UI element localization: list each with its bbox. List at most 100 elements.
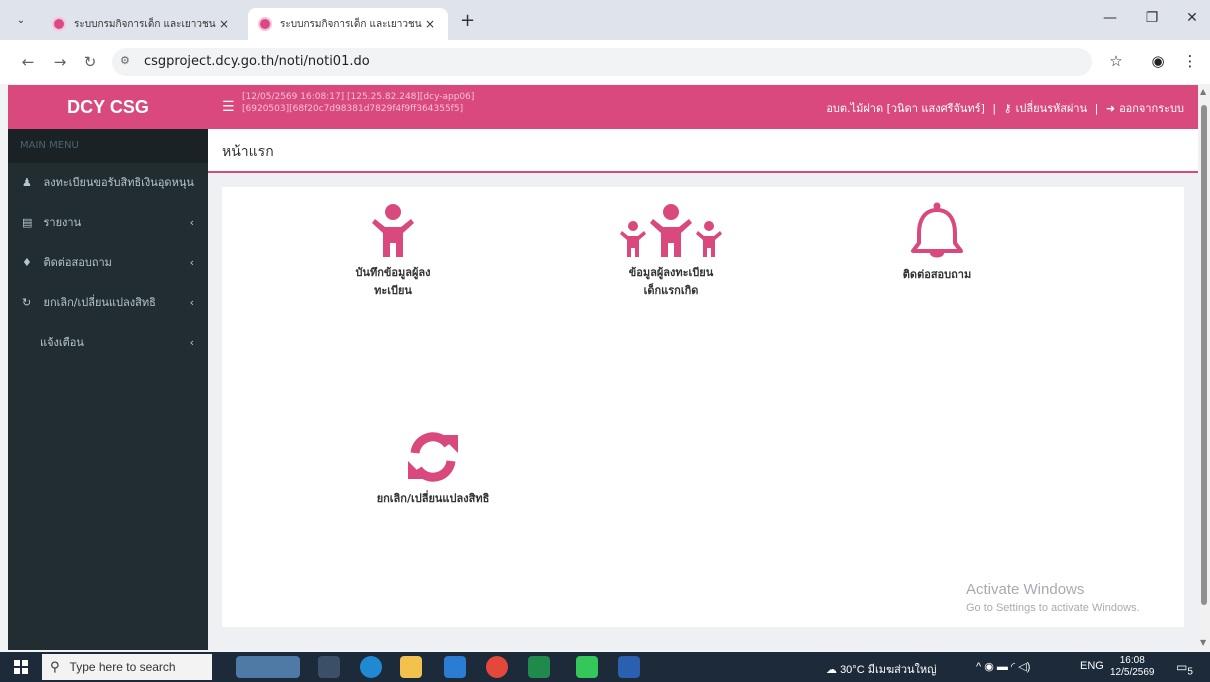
word-icon[interactable] — [618, 656, 640, 678]
browser-toolbar: ← → ↻ ⚙ csgproject.dcy.go.th/noti/noti01… — [0, 40, 1210, 84]
chevron-left-icon: ‹ — [189, 256, 194, 269]
tab-close-button[interactable]: × — [422, 17, 438, 31]
scrollbar-thumb[interactable] — [1201, 105, 1207, 605]
task-view-icon[interactable] — [318, 656, 340, 678]
notification-icon[interactable]: ▭5 — [1176, 660, 1193, 677]
tab-search-button[interactable]: ⌄ — [12, 12, 30, 30]
taskbar-search[interactable]: ⚲ Type here to search — [42, 654, 212, 680]
cloud-icon: ☁ — [826, 664, 837, 676]
activate-title: Activate Windows — [966, 581, 1085, 598]
sidebar-item-report[interactable]: ▤ รายงาน ‹ — [8, 203, 208, 243]
tab-close-button[interactable]: × — [216, 17, 232, 31]
user-area: อบต.ไม้ฝาด [วนิดา แสงศรีจันทร์] | ⚷ เปลี่… — [822, 99, 1184, 117]
tile-contact[interactable]: ติดต่อสอบถาม — [872, 201, 1002, 284]
chevron-left-icon: ‹ — [189, 216, 194, 229]
activate-subtitle: Go to Settings to activate Windows. — [966, 602, 1140, 614]
new-tab-button[interactable]: + — [460, 12, 475, 30]
clock-date: 12/5/2569 — [1110, 667, 1155, 678]
home-panel: บันทึกข้อมูลผู้ลง ทะเบียน ข้อมูลผู้ลงทะเ… — [222, 187, 1184, 627]
session-line: [12/05/2569 16:08:17] [125.25.82.248][dc… — [242, 92, 475, 102]
tab-title: ระบบกรมกิจการเด็ก และเยาวชน (ดย — [280, 18, 422, 30]
forward-arrow-icon[interactable]: → — [50, 52, 70, 72]
tile-label: ข้อมูลผู้ลงทะเบียน เด็กแรกเกิด — [628, 266, 714, 297]
menu-toggle-icon[interactable]: ☰ — [222, 99, 235, 115]
close-window-button[interactable]: ✕ — [1180, 10, 1204, 26]
profile-icon[interactable]: ◉ — [1148, 52, 1168, 70]
children-icon — [620, 204, 722, 257]
tile-label: ยกเลิก/เปลี่ยนแปลงสิทธิ — [376, 492, 490, 505]
key-icon: ⚷ — [1003, 102, 1012, 115]
change-password-link[interactable]: เปลี่ยนรหัสผ่าน — [1016, 102, 1087, 115]
app-header: DCY CSG ☰ [12/05/2569 16:08:17] [125.25.… — [8, 85, 1198, 129]
address-bar[interactable]: ⚙ csgproject.dcy.go.th/noti/noti01.do — [112, 48, 1092, 76]
language-indicator[interactable]: ENG — [1080, 660, 1104, 672]
minimize-button[interactable]: — — [1098, 10, 1122, 26]
back-arrow-icon[interactable]: ← — [18, 52, 38, 72]
sidebar-item-contact[interactable]: ♦ ติดต่อสอบถาม ‹ — [8, 243, 208, 283]
content-header: หน้าแรก — [208, 129, 1198, 173]
tile-register-data[interactable]: บันทึกข้อมูลผู้ลง ทะเบียน — [318, 203, 468, 300]
weather-text: 30°C มีเมฆส่วนใหญ่ — [840, 664, 937, 676]
child-icon — [372, 204, 414, 257]
file-explorer-icon[interactable] — [400, 656, 422, 678]
windows-start-icon[interactable] — [14, 660, 28, 674]
windows-taskbar: ⚲ Type here to search ☁ 30°C มีเมฆส่วนให… — [0, 652, 1210, 682]
logout-icon: ➜ — [1105, 102, 1116, 115]
browser-tab[interactable]: ระบบกรมกิจการเด็ก และเยาวชน (ดย × — [42, 8, 242, 40]
bell-icon: ♦ — [22, 256, 32, 269]
separator: | — [1094, 102, 1099, 115]
separator: | — [992, 102, 997, 115]
news-widget-icon[interactable] — [236, 656, 300, 678]
url-text: csgproject.dcy.go.th/noti/noti01.do — [144, 54, 370, 69]
tile-label: บันทึกข้อมูลผู้ลง ทะเบียน — [355, 266, 431, 297]
page-title: หน้าแรก — [222, 144, 274, 160]
site-settings-icon[interactable]: ⚙ — [120, 54, 130, 67]
sidebar-item-label: แจ้งเตือน — [40, 336, 84, 349]
chevron-left-icon: ‹ — [189, 296, 194, 309]
brand-logo[interactable]: DCY CSG — [8, 85, 208, 129]
sidebar: MAIN MENU ♟ ลงทะเบียนขอรับสิทธิเงินอุดหน… — [8, 129, 208, 650]
notification-count: 5 — [1187, 666, 1193, 678]
sidebar-item-register[interactable]: ♟ ลงทะเบียนขอรับสิทธิเงินอุดหนุน — [8, 163, 208, 203]
chevron-left-icon: ‹ — [189, 336, 194, 349]
sidebar-item-notification[interactable]: แจ้งเตือน ‹ — [8, 323, 208, 363]
sidebar-item-label: ยกเลิก/เปลี่ยนแปลงสิทธิ — [43, 296, 156, 309]
restore-button[interactable]: ❐ — [1140, 10, 1164, 26]
excel-icon[interactable] — [528, 656, 550, 678]
scroll-down-icon[interactable]: ▼ — [1200, 638, 1206, 647]
bell-icon — [911, 202, 963, 258]
tile-cancel-change[interactable]: ยกเลิก/เปลี่ยนแปลงสิทธิ — [348, 429, 518, 508]
session-line: [6920503][68f20c7d98381d7829f4f9ff364355… — [242, 104, 464, 114]
bookmark-star-icon[interactable]: ☆ — [1106, 52, 1126, 70]
page-scrollbar[interactable]: ▲ ▼ — [1198, 85, 1210, 650]
browser-menu-icon[interactable]: ⋮ — [1180, 52, 1200, 70]
weather-widget[interactable]: ☁ 30°C มีเมฆส่วนใหญ่ — [826, 660, 937, 678]
edge-browser-icon[interactable] — [360, 656, 382, 678]
main-content: หน้าแรก บันทึกข้อมูลผู้ลง ทะเบียน ข้อมูล… — [208, 129, 1198, 650]
session-info: [12/05/2569 16:08:17] [125.25.82.248][dc… — [242, 91, 474, 115]
tile-newborn-data[interactable]: ข้อมูลผู้ลงทะเบียน เด็กแรกเกิด — [596, 203, 746, 300]
taskbar-clock[interactable]: 16:08 12/5/2569 — [1110, 655, 1155, 679]
windows-activation-watermark: Activate Windows Go to Settings to activ… — [966, 581, 1140, 614]
store-icon[interactable] — [444, 656, 466, 678]
site-favicon-icon — [258, 17, 272, 31]
system-tray-icons[interactable]: ^ ◉ ▬ ◜ ◁) — [976, 660, 1030, 673]
menu-header: MAIN MENU — [8, 129, 208, 163]
line-app-icon[interactable] — [576, 656, 598, 678]
child-icon: ♟ — [22, 176, 32, 189]
tile-label: ติดต่อสอบถาม — [902, 268, 972, 281]
user-name[interactable]: อบต.ไม้ฝาด [วนิดา แสงศรีจันทร์] — [826, 102, 985, 115]
site-favicon-icon — [52, 17, 66, 31]
chrome-icon[interactable] — [486, 656, 508, 678]
refresh-icon — [408, 432, 458, 482]
logout-link[interactable]: ออกจากระบบ — [1119, 102, 1184, 115]
tab-title: ระบบกรมกิจการเด็ก และเยาวชน (ดย — [74, 18, 216, 30]
browser-tab-active[interactable]: ระบบกรมกิจการเด็ก และเยาวชน (ดย × — [248, 8, 448, 40]
search-placeholder: Type here to search — [69, 660, 176, 674]
sidebar-item-cancel-change[interactable]: ↻ ยกเลิก/เปลี่ยนแปลงสิทธิ ‹ — [8, 283, 208, 323]
scroll-up-icon[interactable]: ▲ — [1200, 87, 1206, 96]
refresh-icon: ↻ — [22, 296, 32, 309]
sidebar-item-label: ติดต่อสอบถาม — [43, 256, 112, 269]
clock-time: 16:08 — [1119, 655, 1145, 666]
reload-icon[interactable]: ↻ — [80, 52, 100, 72]
